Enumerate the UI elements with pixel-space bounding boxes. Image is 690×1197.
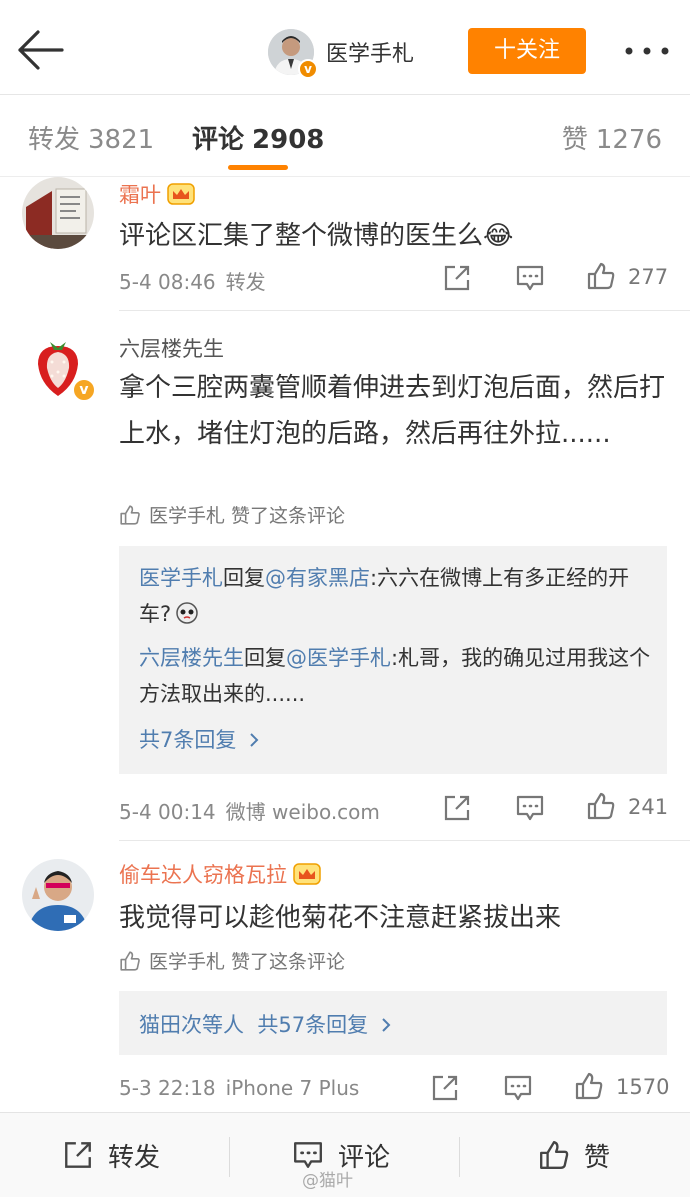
view-all-replies-text: 共7条回复 — [139, 728, 237, 752]
comment-username[interactable]: 偷车达人窃格瓦拉 — [119, 859, 321, 889]
share-icon — [65, 1142, 91, 1168]
comment-icon[interactable] — [515, 793, 545, 823]
divider — [229, 1137, 230, 1177]
chevron-right-icon — [250, 733, 259, 747]
watermark: @猫叶 — [302, 1171, 353, 1191]
username-text: 六层楼先生 — [119, 337, 224, 361]
comment-item: 霜叶 评论区汇集了整个微博的医生么😂 5-4 08:46 转发 277 — [0, 177, 690, 311]
liked-by-text: 医学手札 赞了这条评论 — [149, 505, 346, 527]
comment-meta: 5-4 08:46 转发 — [119, 266, 266, 295]
arrow-left-icon[interactable] — [14, 28, 66, 72]
thumbs-up-icon[interactable] — [586, 261, 616, 291]
reply-verb: 回复 — [223, 566, 265, 590]
thumbs-up-icon — [120, 951, 140, 971]
avatar[interactable] — [22, 859, 94, 931]
liked-by-author: 医学手札 赞了这条评论 — [119, 501, 345, 528]
tab-repost[interactable]: 转发 3821 — [28, 119, 154, 156]
verified-badge-icon: v — [72, 378, 96, 402]
comment-text: 我觉得可以趁他菊花不注意赶紧拔出来 — [119, 903, 562, 933]
like-label: 赞 — [584, 1143, 611, 1173]
reply-preview-box[interactable]: 医学手札回复@有家黑店:六六在微博上有多正经的开车? 六层楼先生回复@医学手札:… — [119, 546, 667, 774]
tab-comment[interactable]: 评论 2908 — [192, 119, 324, 156]
comment-meta: 5-4 00:14 微博 weibo.com — [119, 796, 380, 825]
comment-time: 5-4 00:14 — [119, 800, 216, 824]
reply-verb: 回复 — [244, 646, 286, 670]
like-count: 277 — [628, 265, 669, 289]
top-navigation-bar: v 医学手札 十关注 — [0, 0, 690, 95]
reply-summary-prefix: 猫田次等人 — [139, 1013, 244, 1037]
thumbs-up-icon — [540, 1141, 569, 1169]
repost-button[interactable]: 转发 — [62, 1137, 160, 1174]
reply-line: 六层楼先生回复@医学手札:札哥，我的确见过用我这个方法取出来的...... — [139, 640, 659, 712]
weibo-comments-page: { "header": { "title": "医学手札", "follow_l… — [0, 0, 690, 1197]
like-count: 241 — [628, 795, 669, 819]
emoji-icon — [176, 602, 198, 624]
avatar[interactable] — [22, 177, 94, 249]
tab-repost-count: 3821 — [88, 125, 155, 155]
repost-label: 转发 — [108, 1143, 161, 1173]
share-icon[interactable] — [442, 263, 472, 293]
reply-author[interactable]: 医学手札 — [139, 566, 223, 590]
reply-preview-box[interactable]: 猫田次等人 共57条回复 — [119, 991, 667, 1055]
username-text: 霜叶 — [119, 183, 161, 207]
comment-source: 转发 — [225, 270, 266, 294]
share-icon[interactable] — [430, 1073, 460, 1103]
crown-icon — [167, 183, 195, 205]
comment-source: iPhone 7 Plus — [225, 1076, 360, 1100]
verified-badge-icon: v — [298, 59, 318, 79]
like-count: 1570 — [616, 1075, 670, 1099]
reply-author[interactable]: 六层楼先生 — [139, 646, 244, 670]
tab-like-label: 赞 — [561, 125, 588, 155]
comment-item: v 六层楼先生 拿个三腔两囊管顺着伸进去到灯泡后面，然后打上水，堵住灯泡的后路，… — [0, 311, 690, 841]
reply-mention[interactable]: @有家黑店 — [265, 566, 370, 590]
divider — [459, 1137, 460, 1177]
avatar[interactable]: v — [22, 330, 96, 402]
comment-time: 5-4 08:46 — [119, 270, 216, 294]
comment-text: 评论区汇集了整个微博的医生么😂 — [119, 221, 514, 251]
chevron-right-icon — [382, 1018, 391, 1032]
page-title: 医学手札 — [326, 42, 415, 67]
view-all-replies-text: 共57条回复 — [257, 1013, 369, 1037]
comment-username[interactable]: 霜叶 — [119, 179, 195, 209]
comment-source: 微博 weibo.com — [225, 800, 380, 824]
tab-bar: 转发 3821 评论 2908 赞 1276 — [0, 95, 690, 177]
liked-by-text: 医学手札 赞了这条评论 — [149, 951, 346, 973]
comment-username[interactable]: 六层楼先生 — [119, 333, 224, 363]
username-text: 偷车达人窃格瓦拉 — [119, 863, 287, 887]
thumbs-up-icon[interactable] — [574, 1071, 604, 1101]
thumbs-up-icon — [120, 505, 140, 525]
comment-item: 偷车达人窃格瓦拉 我觉得可以趁他菊花不注意赶紧拔出来 医学手札 赞了这条评论 猫… — [0, 841, 690, 1112]
tab-like-count: 1276 — [595, 125, 662, 155]
tab-comment-count: 2908 — [252, 125, 325, 155]
active-tab-indicator — [228, 165, 288, 170]
tab-like[interactable]: 赞 1276 — [562, 119, 662, 156]
reply-mention[interactable]: @医学手札 — [286, 646, 391, 670]
view-all-replies-link[interactable]: 猫田次等人 共57条回复 — [139, 1009, 394, 1039]
share-icon[interactable] — [442, 793, 472, 823]
comment-text: 拿个三腔两囊管顺着伸进去到灯泡后面，然后打上水，堵住灯泡的后路，然后再往外拉..… — [119, 373, 666, 449]
comment-time: 5-3 22:18 — [119, 1076, 216, 1100]
thumbs-up-icon[interactable] — [586, 791, 616, 821]
like-button[interactable]: 赞 — [538, 1137, 610, 1174]
tab-repost-label: 转发 — [28, 125, 81, 155]
comment-meta: 5-3 22:18 iPhone 7 Plus — [119, 1076, 359, 1100]
follow-button[interactable]: 十关注 — [468, 28, 586, 74]
view-all-replies-link[interactable]: 共7条回复 — [139, 724, 262, 754]
crown-icon — [293, 863, 321, 885]
liked-by-author: 医学手札 赞了这条评论 — [119, 947, 345, 974]
tab-comment-label: 评论 — [192, 125, 245, 155]
comment-icon[interactable] — [503, 1073, 533, 1103]
ellipsis-icon[interactable] — [624, 46, 670, 56]
reply-line: 医学手札回复@有家黑店:六六在微博上有多正经的开车? — [139, 560, 659, 632]
comment-icon[interactable] — [515, 263, 545, 293]
